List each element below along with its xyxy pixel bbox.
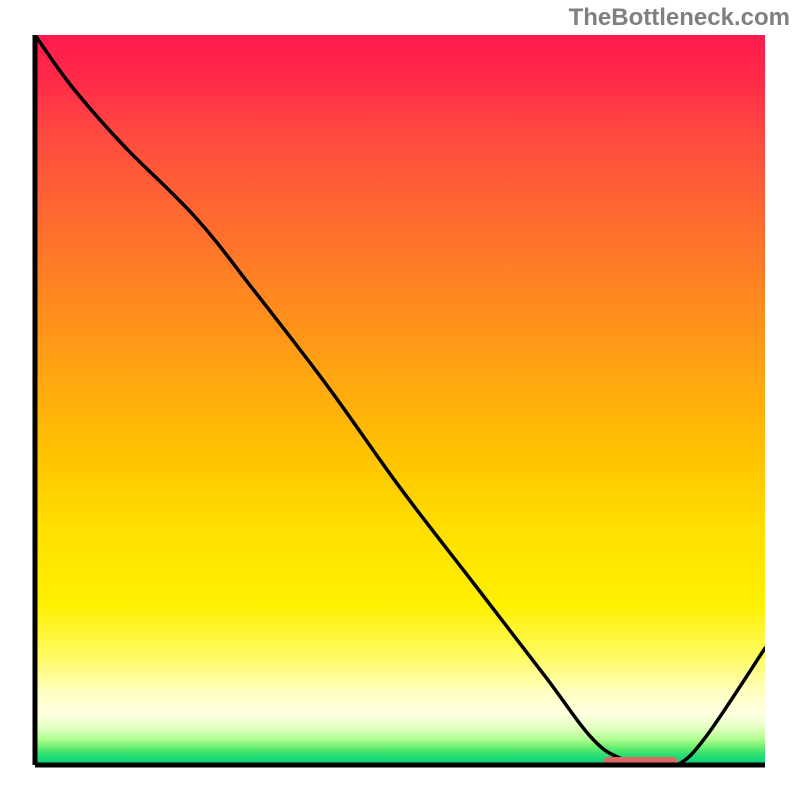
plot-area: [35, 35, 765, 765]
watermark-label: TheBottleneck.com: [569, 4, 790, 32]
gradient-background: [35, 35, 765, 765]
chart-container: TheBottleneck.com: [0, 0, 800, 800]
